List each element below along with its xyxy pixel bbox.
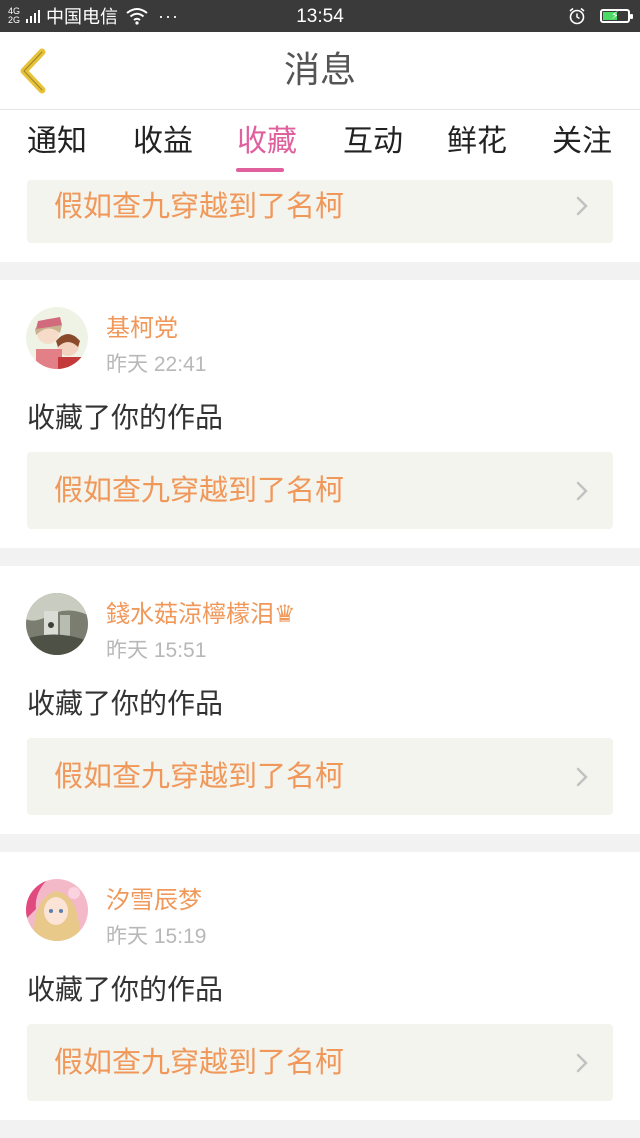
nav-header: 消息 — [0, 32, 640, 110]
notification-card-partial: 假如查九穿越到了名柯 — [0, 180, 640, 262]
tab-flowers[interactable]: 鲜花 — [442, 110, 512, 180]
action-text: 收藏了你的作品 — [27, 687, 224, 720]
active-tab-indicator — [236, 168, 284, 172]
work-title: 假如查九穿越到了名柯 — [54, 189, 345, 223]
notification-card: 汐雪辰梦 昨天 15:19 收藏了你的作品 假如查九穿越到了名柯 — [0, 852, 640, 1120]
username[interactable]: 汐雪辰梦 — [106, 880, 202, 915]
action-text: 收藏了你的作品 — [27, 401, 224, 434]
username[interactable]: 錢水菇涼檸檬泪♛ — [106, 594, 296, 629]
tab-interactions[interactable]: 互动 — [338, 110, 408, 180]
notification-card: 錢水菇涼檸檬泪♛ 昨天 15:51 收藏了你的作品 假如查九穿越到了名柯 — [0, 566, 640, 834]
photo-avatar-icon[interactable] — [26, 593, 88, 655]
action-text: 收藏了你的作品 — [27, 973, 224, 1006]
timestamp: 昨天 22:41 — [106, 353, 207, 376]
alarm-clock-icon — [569, 7, 585, 25]
tab-follows[interactable]: 关注 — [547, 110, 617, 180]
work-link[interactable]: 假如查九穿越到了名柯 — [27, 180, 613, 243]
chevron-right-icon — [575, 180, 589, 232]
clock: 13:54 — [296, 6, 344, 27]
chevron-right-icon — [575, 738, 589, 815]
work-title: 假如查九穿越到了名柯 — [54, 473, 345, 507]
chevron-right-icon — [575, 452, 589, 529]
status-bar: 4G 2G 中国电信 ··· 13:54 ⚡ — [0, 0, 640, 32]
work-link[interactable]: 假如查九穿越到了名柯 — [27, 1024, 613, 1101]
battery-charging-icon: ⚡ — [600, 9, 633, 23]
work-title: 假如查九穿越到了名柯 — [54, 759, 345, 793]
anime-avatar-icon[interactable] — [26, 307, 88, 369]
work-link[interactable]: 假如查九穿越到了名柯 — [27, 452, 613, 529]
work-title: 假如查九穿越到了名柯 — [54, 1045, 345, 1079]
tab-bar: 通知 收益 收藏 互动 鲜花 关注 — [0, 110, 640, 180]
timestamp: 昨天 15:51 — [106, 639, 207, 662]
tab-notifications[interactable]: 通知 — [22, 110, 92, 180]
notification-list[interactable]: 假如查九穿越到了名柯 基柯党 昨天 22:41 收藏了你的作品 假如查九穿越到了… — [0, 180, 640, 1138]
username[interactable]: 基柯党 — [106, 308, 178, 343]
anime-avatar-icon[interactable] — [26, 879, 88, 941]
page-title: 消息 — [283, 50, 356, 91]
timestamp: 昨天 15:19 — [106, 925, 207, 948]
chevron-right-icon — [575, 1024, 589, 1101]
notification-card: 基柯党 昨天 22:41 收藏了你的作品 假如查九穿越到了名柯 — [0, 280, 640, 548]
tab-earnings[interactable]: 收益 — [128, 110, 198, 180]
work-link[interactable]: 假如查九穿越到了名柯 — [27, 738, 613, 815]
